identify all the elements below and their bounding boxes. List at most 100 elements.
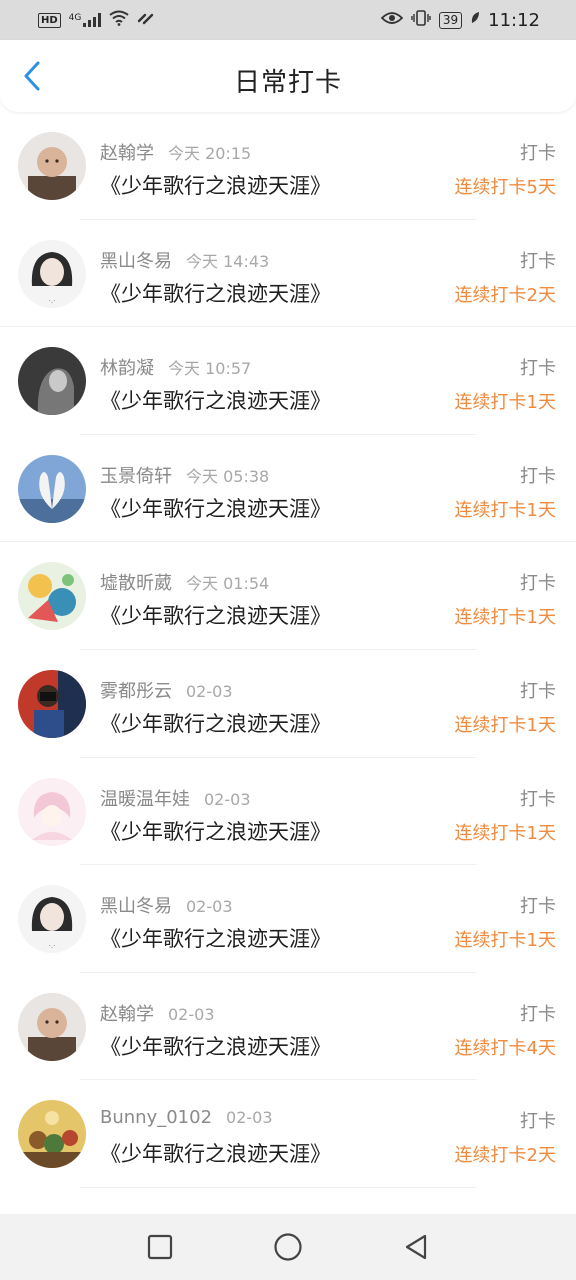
checkin-label: 打卡 (520, 250, 556, 272)
user-name-row: 雾都彤云 02-03 (100, 677, 233, 703)
avatar[interactable] (18, 347, 86, 416)
triangle-back-icon (405, 1234, 427, 1260)
checkin-time: 今天 14:43 (186, 251, 270, 271)
avatar[interactable] (18, 562, 86, 631)
checkin-label: 打卡 (520, 465, 556, 487)
signal-icon: 4G (69, 13, 102, 27)
list-item[interactable]: 玉景倚轩 今天 05:38 《少年歌行之浪迹天涯》 打卡 连续打卡1天 (0, 435, 576, 543)
checkin-time: 02-03 (204, 789, 251, 809)
checkin-label: 打卡 (520, 358, 556, 380)
book-title[interactable]: 《少年歌行之浪迹天涯》 (100, 170, 331, 200)
book-title[interactable]: 《少年歌行之浪迹天涯》 (100, 278, 331, 308)
recents-button[interactable] (140, 1227, 180, 1267)
book-title[interactable]: 《少年歌行之浪迹天涯》 (100, 1031, 331, 1061)
vibrate-icon (411, 10, 431, 30)
battery-indicator: 39 (438, 11, 463, 29)
network-type: 4G (68, 13, 82, 23)
user-name[interactable]: 墟散昕葳 (100, 573, 172, 594)
streak-label: 连续打卡5天 (454, 177, 556, 198)
user-name[interactable]: 黑山冬易 (100, 896, 172, 917)
avatar[interactable] (18, 454, 86, 523)
list-item[interactable]: 墟散昕葳 今天 01:54 《少年歌行之浪迹天涯》 打卡 连续打卡1天 (0, 542, 576, 650)
user-name-row: 温暖温年娃 02-03 (100, 785, 251, 811)
checkin-label: 打卡 (520, 573, 556, 595)
leaf-icon (470, 11, 480, 29)
user-name[interactable]: 温暖温年娃 (100, 789, 190, 810)
user-name-row: 林韵凝 今天 10:57 (100, 354, 251, 380)
svg-text:·.·: ·.· (49, 297, 56, 305)
list-item[interactable]: 赵翰学 02-03 《少年歌行之浪迹天涯》 打卡 连续打卡4天 (0, 973, 576, 1081)
avatar[interactable] (18, 777, 86, 846)
avatar[interactable]: ·.· (18, 239, 86, 308)
list-item[interactable]: 林韵凝 今天 10:57 《少年歌行之浪迹天涯》 打卡 连续打卡1天 (0, 327, 576, 435)
user-name[interactable]: Bunny_0102 (100, 1107, 212, 1128)
checkin-time: 02-03 (168, 1004, 215, 1024)
checkin-time: 今天 01:54 (186, 574, 270, 594)
avatar[interactable] (18, 669, 86, 738)
user-name-row: 赵翰学 今天 20:15 (100, 139, 251, 165)
avatar[interactable] (18, 132, 86, 200)
list-item[interactable]: 温暖温年娃 02-03 《少年歌行之浪迹天涯》 打卡 连续打卡1天 (0, 758, 576, 866)
checkin-time: 02-03 (226, 1108, 273, 1128)
divider (80, 1186, 476, 1188)
book-title[interactable]: 《少年歌行之浪迹天涯》 (100, 385, 331, 415)
list-item[interactable]: 赵翰学 今天 20:15 《少年歌行之浪迹天涯》 打卡 连续打卡5天 (0, 112, 576, 220)
avatar[interactable]: ·.· (18, 885, 86, 954)
streak-label: 连续打卡1天 (454, 714, 556, 736)
user-name[interactable]: 林韵凝 (100, 358, 154, 379)
checkin-time: 02-03 (186, 681, 233, 701)
book-title[interactable]: 《少年歌行之浪迹天涯》 (100, 816, 331, 846)
clock: 11:12 (488, 9, 540, 31)
home-button[interactable] (268, 1227, 308, 1267)
circle-icon (274, 1233, 302, 1261)
checkin-label: 打卡 (520, 896, 556, 918)
hd-indicator: HD (38, 12, 61, 28)
avatar[interactable] (18, 992, 86, 1061)
checkin-time: 今天 05:38 (186, 466, 270, 486)
user-name[interactable]: 黑山冬易 (100, 251, 172, 272)
user-name-row: Bunny_0102 02-03 (100, 1107, 273, 1128)
book-title[interactable]: 《少年歌行之浪迹天涯》 (100, 923, 331, 953)
user-name[interactable]: 雾都彤云 (100, 681, 172, 702)
avatar[interactable] (18, 1100, 86, 1169)
list-item[interactable]: Bunny_0102 02-03 《少年歌行之浪迹天涯》 打卡 连续打卡2天 (0, 1080, 576, 1188)
list-item[interactable]: ·.· 黑山冬易 02-03 《少年歌行之浪迹天涯》 打卡 连续打卡1天 (0, 865, 576, 973)
checkin-time: 今天 10:57 (168, 359, 252, 379)
user-name-row: 黑山冬易 今天 14:43 (100, 247, 269, 273)
checkin-list: 赵翰学 今天 20:15 《少年歌行之浪迹天涯》 打卡 连续打卡5天 ·.· 黑山… (0, 112, 576, 1188)
checkin-label: 打卡 (520, 143, 556, 164)
user-name[interactable]: 玉景倚轩 (100, 466, 172, 487)
checkin-label: 打卡 (520, 788, 556, 810)
checkin-time: 今天 20:15 (168, 144, 252, 163)
streak-label: 连续打卡1天 (454, 607, 556, 629)
back-nav-button[interactable] (396, 1227, 436, 1267)
link-icon (137, 11, 155, 29)
square-icon (147, 1234, 173, 1260)
streak-label: 连续打卡4天 (454, 1037, 556, 1059)
streak-label: 连续打卡1天 (454, 499, 556, 521)
book-title[interactable]: 《少年歌行之浪迹天涯》 (100, 1138, 331, 1168)
user-name-row: 黑山冬易 02-03 (100, 892, 233, 918)
user-name[interactable]: 赵翰学 (100, 143, 154, 164)
system-nav-bar (0, 1214, 576, 1280)
checkin-label: 打卡 (520, 1003, 556, 1025)
checkin-label: 打卡 (520, 680, 556, 702)
book-title[interactable]: 《少年歌行之浪迹天涯》 (100, 708, 331, 738)
streak-label: 连续打卡1天 (454, 930, 556, 952)
status-bar: HD 4G 39 11:12 (0, 0, 576, 40)
user-name-row: 墟散昕葳 今天 01:54 (100, 569, 269, 595)
app-bar: 日常打卡 (0, 40, 576, 112)
user-name[interactable]: 赵翰学 (100, 1004, 154, 1025)
book-title[interactable]: 《少年歌行之浪迹天涯》 (100, 600, 331, 630)
eye-icon (380, 11, 404, 29)
streak-label: 连续打卡1天 (454, 822, 556, 844)
streak-label: 连续打卡2天 (454, 284, 556, 306)
svg-text:·.·: ·.· (49, 942, 56, 950)
checkin-label: 打卡 (520, 1111, 556, 1133)
list-item[interactable]: 雾都彤云 02-03 《少年歌行之浪迹天涯》 打卡 连续打卡1天 (0, 650, 576, 758)
list-item[interactable]: ·.· 黑山冬易 今天 14:43 《少年歌行之浪迹天涯》 打卡 连续打卡2天 (0, 220, 576, 328)
streak-label: 连续打卡2天 (454, 1145, 556, 1167)
book-title[interactable]: 《少年歌行之浪迹天涯》 (100, 493, 331, 523)
user-name-row: 赵翰学 02-03 (100, 1000, 215, 1026)
user-name-row: 玉景倚轩 今天 05:38 (100, 462, 269, 488)
